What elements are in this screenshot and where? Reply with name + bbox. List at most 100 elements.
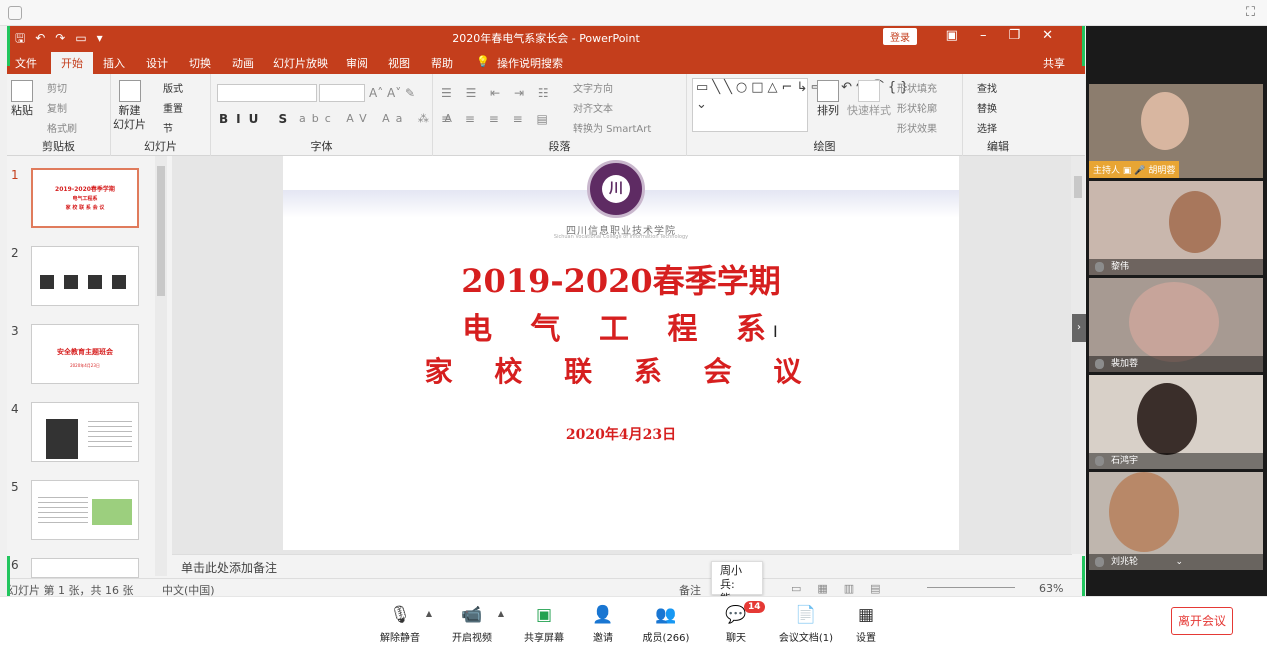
zoom-slider[interactable]: [927, 587, 1015, 588]
chat-label: 聊天: [726, 633, 746, 644]
layout-button[interactable]: 版式: [163, 80, 183, 95]
meeting-toolbar: 🎙 解除静音 ▲ 📹 开启视频 ▲ ▣ 共享屏幕 👤 邀请 👥 成员(266) 💬 聊天 14 📄…: [0, 596, 1267, 652]
leave-meeting-button[interactable]: 离开会议: [1171, 607, 1233, 635]
slide-scrollbar[interactable]: [1071, 156, 1085, 554]
participant-tile[interactable]: 石鸿宇: [1089, 375, 1263, 469]
font-size-grow-icon[interactable]: A˄ A˅ ✎: [369, 86, 415, 100]
arrange-button[interactable]: 排列: [817, 80, 839, 118]
list-buttons[interactable]: ☰ ☰ ⇤ ⇥ ☷: [441, 86, 554, 100]
participant-tile[interactable]: 黎伟: [1089, 181, 1263, 275]
cut-button[interactable]: 剪切: [47, 80, 67, 95]
green-table-image: [92, 499, 132, 525]
collapse-video-icon[interactable]: ›: [1072, 314, 1086, 342]
align-text-button[interactable]: 对齐文本: [573, 100, 613, 115]
fullscreen-icon[interactable]: ⛶: [1246, 5, 1255, 20]
thumbnail-scrollbar[interactable]: [155, 156, 167, 576]
tab-home[interactable]: 开始: [51, 52, 93, 74]
editing-group: 查找 替换 选择 编辑: [963, 74, 1033, 156]
tab-transitions[interactable]: 切换: [189, 55, 211, 71]
chevron-down-icon[interactable]: ⌄: [1175, 554, 1183, 570]
slide-number: 1: [11, 168, 19, 182]
text-lines: [38, 497, 88, 527]
invite-button[interactable]: 👤 邀请: [573, 601, 633, 644]
tab-help[interactable]: 帮助: [431, 55, 453, 71]
quick-styles-button[interactable]: 快速样式: [847, 80, 891, 118]
slide-thumbnail-6[interactable]: [31, 558, 139, 578]
tab-view[interactable]: 视图: [388, 55, 410, 71]
paste-button[interactable]: 粘贴: [11, 80, 33, 118]
view-buttons[interactable]: ▭▦▥▤: [791, 582, 897, 595]
shape-outline-button[interactable]: 形状轮廓: [897, 100, 937, 115]
copy-button[interactable]: 复制: [47, 100, 67, 115]
meeting-topbar: ⛶: [0, 0, 1267, 26]
slide-thumbnail-5[interactable]: [31, 480, 139, 540]
meeting-docs-button[interactable]: 📄 会议文档(1): [776, 601, 836, 644]
ribbon-tabs: 文件 开始 插入 设计 切换 动画 幻灯片放映 审阅 视图 帮助 💡 操作说明搜…: [7, 48, 1085, 74]
notes-pane[interactable]: 单击此处添加备注: [172, 554, 1072, 578]
tab-review[interactable]: 审阅: [346, 55, 368, 71]
slide-thumbnail-1[interactable]: 2019-2020春季学期 电气工程系 家 校 联 系 会 议: [31, 168, 139, 228]
font-size-combo[interactable]: [319, 84, 365, 102]
reset-button[interactable]: 重置: [163, 100, 183, 115]
participant-tile[interactable]: 主持人 ▣ 🎤 胡明蓉: [1089, 84, 1263, 178]
font-name-combo[interactable]: [217, 84, 317, 102]
shape-effects-button[interactable]: 形状效果: [897, 120, 937, 135]
participant-video: [1129, 282, 1219, 362]
find-button[interactable]: 查找: [977, 80, 997, 95]
share-screen-button[interactable]: ▣ 共享屏幕: [514, 601, 574, 644]
participant-tile[interactable]: 裴加蓉: [1089, 278, 1263, 372]
chat-unread-badge: 14: [744, 601, 765, 613]
slide-thumbnail-4[interactable]: [31, 402, 139, 462]
video-panel: 主持人 ▣ 🎤 胡明蓉 黎伟 裴加蓉 石鸿宇 刘兆轮 ⌄: [1086, 26, 1267, 596]
section-button[interactable]: 节: [163, 120, 173, 135]
qr-codes-image: [40, 275, 130, 289]
scrollbar-thumb[interactable]: [1074, 176, 1082, 198]
tab-file[interactable]: 文件: [15, 55, 37, 71]
font-label: 字体: [310, 140, 333, 153]
new-slide-button[interactable]: 新建 幻灯片: [113, 80, 146, 132]
tab-design[interactable]: 设计: [146, 55, 168, 71]
format-painter-button[interactable]: 格式刷: [47, 120, 77, 135]
logo-emblem-icon: 川: [602, 175, 630, 203]
quick-styles-icon: [858, 80, 880, 102]
tab-insert[interactable]: 插入: [103, 55, 125, 71]
chat-button[interactable]: 💬 聊天 14: [706, 601, 766, 644]
smartart-button[interactable]: 转换为 SmartArt: [573, 120, 651, 135]
chat-popup[interactable]: 周小兵: 能: [711, 561, 763, 605]
participant-tile[interactable]: 刘兆轮 ⌄: [1089, 472, 1263, 570]
tab-animations[interactable]: 动画: [232, 55, 254, 71]
login-button[interactable]: 登录: [883, 28, 917, 45]
window-controls[interactable]: ▣–❐✕: [946, 28, 1075, 43]
language-status[interactable]: 中文(中国): [162, 582, 215, 596]
slide-thumbnail-2[interactable]: [31, 246, 139, 306]
mute-button[interactable]: 🎙 解除静音 ▲: [370, 601, 432, 644]
text-lines: [88, 421, 132, 451]
notes-toggle[interactable]: 备注: [679, 582, 701, 596]
participant-video: [1169, 191, 1221, 253]
share-button[interactable]: 共享: [1043, 55, 1065, 71]
paste-label: 粘贴: [11, 104, 33, 117]
align-buttons[interactable]: ≡ ≡ ≡ ≡ ▤: [441, 112, 553, 126]
shapes-gallery[interactable]: ▭╲╲○□△⌐↳⇨⇩↶↷⌒{}⌄: [692, 78, 908, 132]
members-button[interactable]: 👥 成员(266): [636, 601, 696, 644]
new-slide-label: 新建 幻灯片: [113, 104, 146, 131]
participant-name: 裴加蓉: [1089, 356, 1263, 372]
paste-icon: [11, 80, 33, 102]
shape-fill-button[interactable]: 形状填充: [897, 80, 937, 95]
quick-styles-label: 快速样式: [847, 104, 891, 117]
caret-up-icon[interactable]: ▲: [498, 609, 504, 618]
scrollbar-thumb[interactable]: [157, 166, 165, 296]
video-button[interactable]: 📹 开启视频 ▲: [442, 601, 504, 644]
add-user-icon: 👤: [592, 605, 614, 625]
select-button[interactable]: 选择: [977, 120, 997, 135]
zoom-level[interactable]: 63%: [1039, 582, 1063, 595]
slide-thumbnail-3[interactable]: 安全教育主题班会 2020年4月23日: [31, 324, 139, 384]
caret-up-icon[interactable]: ▲: [426, 609, 432, 618]
replace-button[interactable]: 替换: [977, 100, 997, 115]
tab-slideshow[interactable]: 幻灯片放映: [273, 55, 328, 71]
settings-button[interactable]: ▦ 设置: [836, 601, 896, 644]
current-slide[interactable]: 川 四川信息职业技术学院 Sichuan Vocational College …: [283, 156, 959, 550]
text-direction-button[interactable]: 文字方向: [573, 80, 613, 95]
tell-me-search[interactable]: 操作说明搜索: [497, 55, 563, 71]
font-format-buttons[interactable]: BIU S: [219, 112, 295, 126]
